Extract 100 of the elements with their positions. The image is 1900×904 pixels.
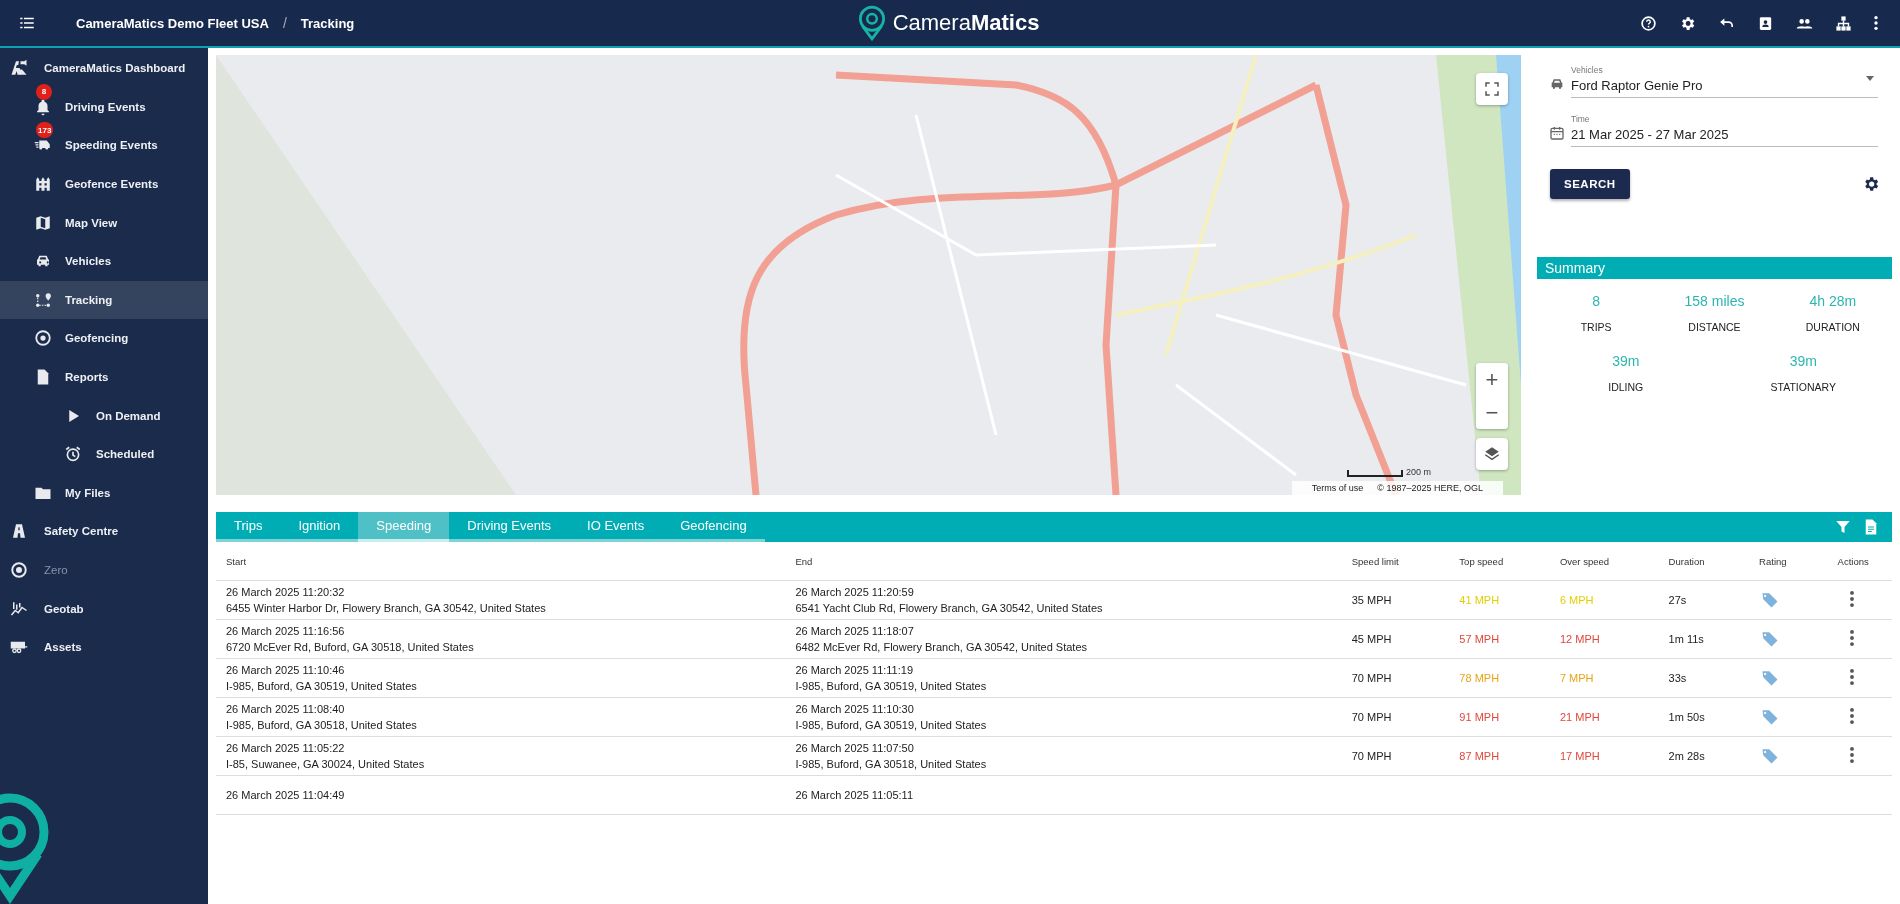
stat-label: DISTANCE: [1688, 321, 1741, 333]
address-text: I-985, Buford, GA 30519, United States: [795, 679, 988, 694]
row-actions-button[interactable]: [1849, 591, 1854, 607]
table-cell: 57 MPH: [1459, 633, 1500, 645]
target-icon: [10, 561, 28, 579]
sidebar-item[interactable]: Tracking: [0, 280, 208, 320]
table-cell: 70 MPH: [1351, 711, 1392, 723]
fullscreen-button[interactable]: [1476, 73, 1508, 105]
scale-label: 200 m: [1406, 467, 1431, 477]
stat-value: 4h 28m: [1809, 293, 1857, 309]
stat-value: 8: [1592, 293, 1601, 309]
table-cell: 6 MPH: [1559, 594, 1594, 606]
map-icon: [34, 213, 52, 232]
date-time: 26 March 2025 11:11:19: [795, 663, 914, 678]
contact-card-icon: [1757, 14, 1774, 32]
breadcrumb-link[interactable]: Tracking: [300, 15, 355, 31]
table-cell: 21 MPH: [1559, 711, 1600, 723]
road-icon: [10, 522, 28, 541]
count-badge: 8: [36, 83, 52, 100]
table-cell: 41 MPH: [1459, 594, 1500, 606]
calendar-icon: [1549, 125, 1565, 141]
sidebar-item[interactable]: Vehicles: [0, 241, 208, 281]
car-icon: [1549, 76, 1565, 92]
date-time: 26 March 2025 11:10:30: [795, 702, 915, 717]
breadcrumb-separator: /: [282, 15, 287, 31]
camera-road-icon: [10, 59, 28, 78]
date-time: 26 March 2025 11:07:50: [795, 741, 915, 756]
bell-icon: [34, 97, 52, 116]
fence-icon: [34, 175, 52, 194]
sidebar-item[interactable]: Map View: [0, 203, 208, 242]
address-text: 6541 Yacht Club Rd, Flowery Branch, GA 30542, United States: [795, 601, 1104, 616]
sidebar-item[interactable]: Scheduled: [0, 434, 208, 474]
column-header: Start: [216, 542, 786, 581]
sitemap-button[interactable]: [1835, 14, 1852, 32]
date-time: 26 March 2025 11:05:22: [226, 741, 346, 756]
table-cell: 7 MPH: [1559, 672, 1594, 684]
table-cell: 91 MPH: [1459, 711, 1500, 723]
vehicle-select[interactable]: Vehicles Ford Raptor Genie Pro: [1571, 65, 1878, 98]
search-button[interactable]: SEARCH: [1550, 169, 1630, 199]
more-options-icon: [1849, 591, 1854, 607]
column-header: End: [785, 542, 1342, 581]
count-badge: 173: [36, 122, 54, 139]
table-cell: 27s: [1668, 594, 1687, 606]
row-actions-button[interactable]: [1849, 747, 1854, 763]
sidebar-item[interactable]: Geotab: [0, 589, 208, 628]
date-time: 26 March 2025 11:20:59: [795, 585, 915, 600]
row-actions-button[interactable]: [1849, 708, 1854, 724]
sidebar-item[interactable]: My Files: [0, 473, 208, 513]
date-time: 26 March 2025 11:16:56: [226, 624, 346, 639]
terms-link[interactable]: Terms of use: [1311, 483, 1364, 493]
location-pin-icon: [34, 329, 52, 348]
sitemap-icon: [1835, 14, 1852, 32]
pin-logo-icon: [856, 5, 887, 41]
stat-label: DURATION: [1805, 321, 1860, 333]
settings-icon: [1679, 14, 1696, 32]
date-range-field[interactable]: Time 21 Mar 2025 - 27 Mar 2025: [1571, 114, 1878, 147]
table-cell: 35 MPH: [1351, 594, 1392, 606]
more-options-icon: [1849, 669, 1854, 685]
sidebar-item[interactable]: Geofence Events: [0, 164, 208, 204]
table-cell: 2m 28s: [1668, 750, 1705, 762]
date-time: 26 March 2025 11:08:40: [226, 702, 346, 717]
table-cell: 1m 50s: [1668, 711, 1705, 723]
layers-icon: [1483, 445, 1501, 463]
table-cell: 70 MPH: [1351, 750, 1392, 762]
map-layers-button[interactable]: [1476, 438, 1508, 470]
more-options-icon: [1849, 708, 1854, 724]
column-header: Top speed: [1449, 542, 1550, 581]
sidebar-item[interactable]: Geofencing: [0, 319, 208, 358]
sidebar-item[interactable]: Assets: [0, 627, 208, 667]
stat-value: 158 miles: [1684, 293, 1745, 309]
settings-button[interactable]: [1679, 14, 1696, 32]
filter-button[interactable]: [1834, 518, 1852, 536]
sidebar-item[interactable]: On Demand: [0, 396, 208, 435]
address-text: 6455 Winter Harbor Dr, Flowery Branch, GA 30542, United States: [226, 601, 547, 616]
row-actions-button[interactable]: [1849, 630, 1854, 646]
help-button[interactable]: [1640, 14, 1657, 32]
table-cell: 33s: [1668, 672, 1687, 684]
more-options-button[interactable]: [1874, 14, 1878, 32]
copyright-text: © 1987–2025 HERE, OGL: [1377, 483, 1483, 493]
chart-trend-icon: [10, 599, 28, 618]
logo-text: CameraMatics: [892, 10, 1040, 36]
sidebar-item[interactable]: Reports: [0, 357, 208, 397]
sidebar-item[interactable]: Safety Centre: [0, 512, 208, 551]
contact-card-button[interactable]: [1757, 14, 1774, 32]
row-actions-button[interactable]: [1849, 669, 1854, 685]
zoom-out-button[interactable]: −: [1476, 396, 1508, 429]
address-text: I-985, Buford, GA 30518, United States: [226, 718, 418, 733]
table-cell: 87 MPH: [1459, 750, 1500, 762]
breadcrumb-link[interactable]: CameraMatics Demo Fleet USA: [76, 15, 269, 31]
more-options-icon: [1849, 747, 1854, 763]
column-header: Speed limit: [1341, 542, 1450, 581]
stat-label: TRIPS: [1580, 321, 1612, 333]
zoom-in-button[interactable]: +: [1476, 363, 1508, 396]
column-header: Duration: [1658, 542, 1750, 581]
table-cell: 78 MPH: [1459, 672, 1500, 684]
table-cell: 12 MPH: [1559, 633, 1600, 645]
address-text: I-85, Suwanee, GA 30024, United States: [226, 757, 426, 772]
column-header: Rating: [1749, 542, 1828, 581]
address-text: 6482 McEver Rd, Flowery Branch, GA 30542, United States: [795, 640, 1089, 655]
stat-label: STATIONARY: [1770, 381, 1836, 393]
